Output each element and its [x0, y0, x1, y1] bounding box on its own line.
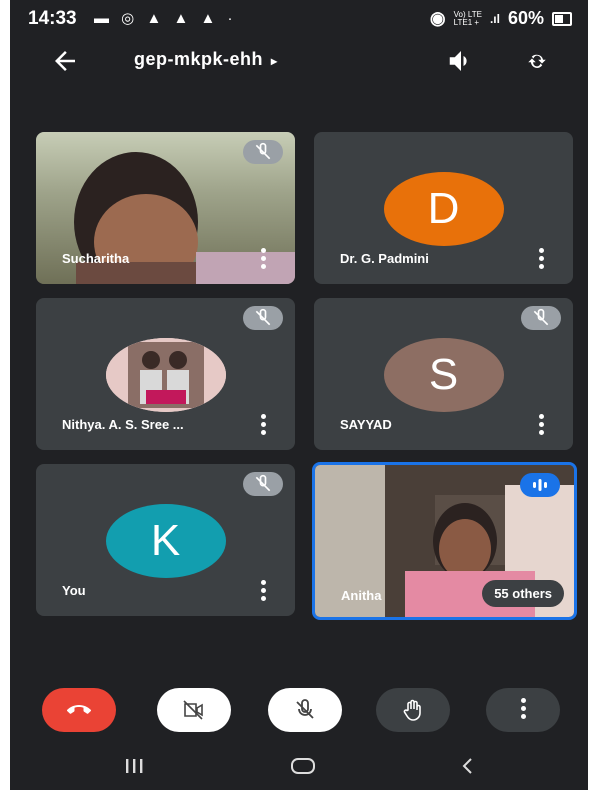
- status-bar: 14:33 ▬ ◎ ▲ ▲ ▲ · ◉ Vo) LTE LTE1 + .ıl 60…: [10, 0, 588, 34]
- back-nav-icon[interactable]: [458, 756, 478, 776]
- participant-name: Anitha: [341, 588, 382, 603]
- participant-avatar: K: [105, 504, 226, 578]
- participant-avatar: D: [383, 172, 504, 246]
- participant-name: You: [62, 583, 86, 598]
- battery-icon: [552, 11, 572, 26]
- more-vert-icon[interactable]: [259, 580, 267, 602]
- chat-icon: ▬: [94, 10, 113, 27]
- more-vert-icon[interactable]: [259, 248, 267, 270]
- mic-muted-badge: [243, 472, 283, 496]
- status-right: ◉ Vo) LTE LTE1 + .ıl 60%: [430, 8, 572, 29]
- more-vert-icon[interactable]: [259, 414, 267, 436]
- more-vert-icon: [519, 698, 527, 722]
- hand-icon: [403, 699, 421, 721]
- more-options-button[interactable]: [486, 688, 560, 732]
- video-off-icon: [183, 700, 203, 720]
- audio-bars-icon: [533, 479, 547, 491]
- mic-off-icon: [296, 699, 314, 719]
- battery-percent: 60%: [507, 8, 544, 28]
- status-time: 14:33: [28, 8, 77, 29]
- person-icon: ▲: [146, 10, 166, 27]
- whatsapp-icon: ◎: [121, 10, 139, 27]
- call-controls: [10, 688, 588, 732]
- camera-toggle-button[interactable]: [157, 688, 231, 732]
- participant-name: Nithya. A. S. Sree ...: [62, 417, 184, 432]
- switch-camera-icon[interactable]: [522, 46, 552, 76]
- participant-name: SAYYAD: [340, 417, 392, 432]
- speaking-indicator: [520, 473, 560, 497]
- participant-tile[interactable]: D Dr. G. Padmini: [314, 132, 573, 284]
- participant-tile-active[interactable]: Anitha 55 others: [312, 462, 577, 620]
- others-count-pill[interactable]: 55 others: [482, 580, 564, 607]
- mic-off-icon: [533, 308, 549, 326]
- mic-off-icon: [255, 142, 271, 160]
- end-call-button[interactable]: [42, 688, 116, 732]
- signal-icon: .ıl: [489, 11, 500, 26]
- recent-apps-icon[interactable]: [122, 756, 146, 776]
- participant-tile[interactable]: Sucharitha: [36, 132, 295, 284]
- participant-photo: [105, 338, 226, 412]
- person-icon: ▲: [200, 10, 220, 27]
- back-arrow-icon[interactable]: [50, 46, 80, 76]
- meeting-code[interactable]: gep-mkpk-ehh ▸: [134, 49, 278, 70]
- participant-tile[interactable]: Nithya. A. S. Sree ...: [36, 298, 295, 450]
- mic-muted-badge: [243, 306, 283, 330]
- more-vert-icon[interactable]: [537, 414, 545, 436]
- network-label: Vo) LTE LTE1 +: [453, 9, 482, 27]
- mic-toggle-button[interactable]: [268, 688, 342, 732]
- mic-off-icon: [255, 308, 271, 326]
- phone-hangup-icon: [67, 705, 91, 714]
- meet-screen: 14:33 ▬ ◎ ▲ ▲ ▲ · ◉ Vo) LTE LTE1 + .ıl 60…: [10, 0, 588, 790]
- home-icon[interactable]: [289, 756, 317, 776]
- participant-avatar: S: [383, 338, 504, 412]
- person-icon: ▲: [173, 10, 193, 27]
- speaker-icon[interactable]: [446, 46, 476, 76]
- raise-hand-button[interactable]: [376, 688, 450, 732]
- profile-photo: [105, 338, 226, 412]
- participant-name: Dr. G. Padmini: [340, 251, 429, 266]
- mic-off-icon: [255, 474, 271, 492]
- notification-icons: ▬ ◎ ▲ ▲ ▲ ·: [94, 9, 237, 27]
- participant-tile[interactable]: S SAYYAD: [314, 298, 573, 450]
- hotspot-icon: ◉: [429, 8, 446, 28]
- dot-icon: ·: [227, 10, 237, 27]
- meeting-code-text: gep-mkpk-ehh: [134, 49, 264, 69]
- participant-name: Sucharitha: [62, 251, 130, 266]
- mic-muted-badge: [243, 140, 283, 164]
- caret-icon: ▸: [271, 54, 278, 68]
- top-bar: gep-mkpk-ehh ▸: [10, 40, 588, 80]
- mic-muted-badge: [521, 306, 561, 330]
- system-nav-bar: [10, 742, 588, 790]
- more-vert-icon[interactable]: [537, 248, 545, 270]
- participant-tile[interactable]: K You: [36, 464, 295, 616]
